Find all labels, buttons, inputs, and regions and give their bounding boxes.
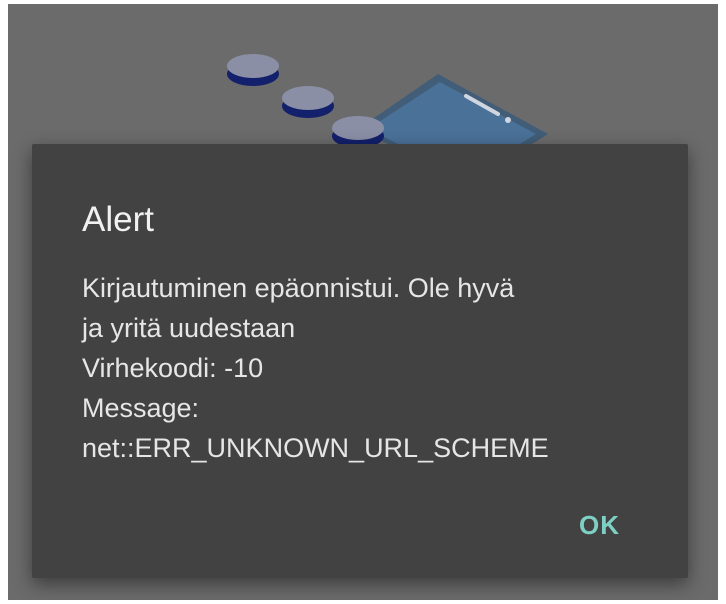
- coin-2: [282, 86, 334, 118]
- message-line-5: net::ERR_UNKNOWN_URL_SCHEME: [82, 433, 549, 463]
- ok-button[interactable]: OK: [573, 506, 626, 545]
- app-screen: Alert Kirjautuminen epäonnistui. Ole hyv…: [8, 4, 718, 600]
- message-line-4: Message:: [82, 393, 200, 423]
- dialog-message: Kirjautuminen epäonnistui. Ole hyvä ja y…: [82, 268, 662, 468]
- message-line-2: ja yritä uudestaan: [82, 313, 296, 343]
- dialog-title: Alert: [82, 200, 154, 239]
- message-line-3: Virhekoodi: -10: [82, 353, 264, 383]
- alert-dialog: Alert Kirjautuminen epäonnistui. Ole hyv…: [32, 144, 688, 578]
- message-line-1: Kirjautuminen epäonnistui. Ole hyvä: [82, 273, 515, 303]
- coin-1: [227, 54, 279, 86]
